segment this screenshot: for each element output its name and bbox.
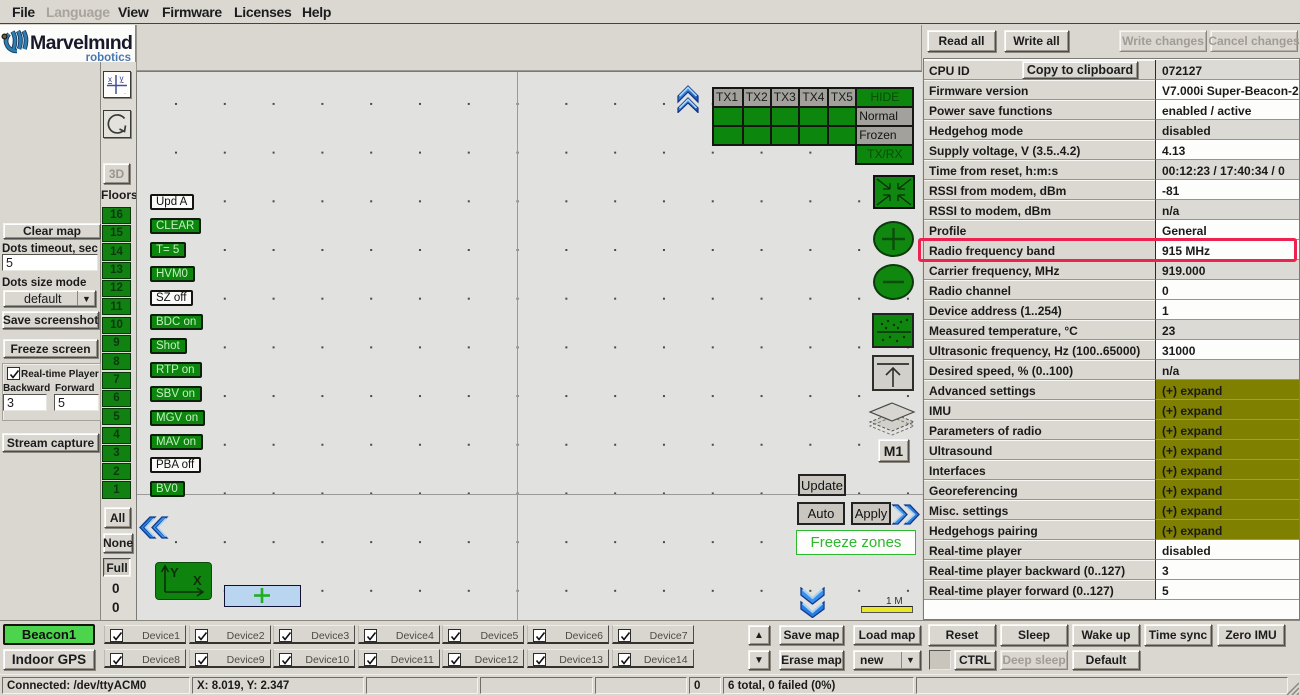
svg-text:Y: Y	[170, 565, 179, 580]
svg-text:X: X	[193, 573, 202, 588]
svg-text:.: .	[124, 89, 126, 96]
svg-text:y: y	[120, 74, 124, 83]
svg-text:x: x	[108, 75, 112, 84]
